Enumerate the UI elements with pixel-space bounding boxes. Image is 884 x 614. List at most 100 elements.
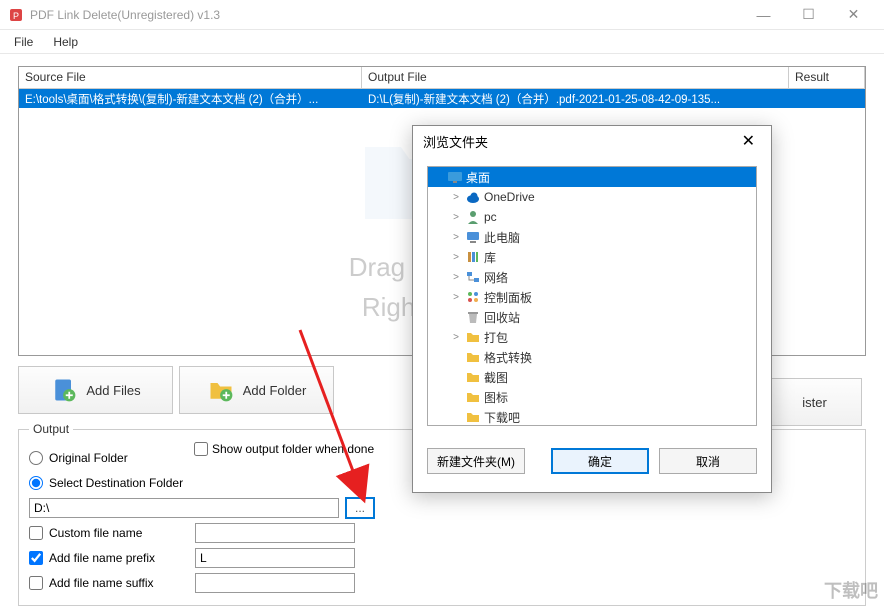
tree-item-label: 打包 bbox=[484, 329, 508, 346]
site-watermark: 下载吧 bbox=[824, 577, 878, 603]
tree-item[interactable]: >库 bbox=[428, 247, 756, 267]
custom-name-checkbox[interactable] bbox=[29, 526, 43, 540]
cell-output: D:\L(复制)-新建文本文档 (2)（合并）.pdf-2021-01-25-0… bbox=[362, 89, 789, 108]
add-files-icon bbox=[50, 376, 78, 404]
tree-item-label: 格式转换 bbox=[484, 349, 532, 366]
suffix-checkbox[interactable] bbox=[29, 576, 43, 590]
tree-item[interactable]: 截图 bbox=[428, 367, 756, 387]
show-done-label: Show output folder when done bbox=[212, 442, 374, 456]
browse-folder-dialog: 浏览文件夹 ✕ 桌面>OneDrive>pc>此电脑>库>网络>控制面板 回收站… bbox=[412, 125, 772, 493]
tree-item-label: 库 bbox=[484, 249, 496, 266]
tree-item-label: 网络 bbox=[484, 269, 508, 286]
tree-item-label: 控制面板 bbox=[484, 289, 532, 306]
tree-item-label: 回收站 bbox=[484, 309, 520, 326]
dialog-buttons: 新建文件夹(M) 确定 取消 bbox=[413, 436, 771, 492]
expand-icon[interactable] bbox=[450, 352, 462, 363]
prefix-input[interactable] bbox=[195, 548, 355, 568]
tree-item-label: 此电脑 bbox=[484, 229, 520, 246]
dialog-titlebar: 浏览文件夹 ✕ bbox=[413, 126, 771, 156]
expand-icon[interactable] bbox=[450, 372, 462, 383]
tree-item[interactable]: 回收站 bbox=[428, 307, 756, 327]
tree-item[interactable]: > pc bbox=[428, 207, 756, 227]
tree-item[interactable]: > 打包 bbox=[428, 327, 756, 347]
window-title: PDF Link Delete(Unregistered) v1.3 bbox=[30, 8, 741, 22]
original-folder-radio[interactable] bbox=[29, 451, 43, 465]
tree-item[interactable]: 格式转换 bbox=[428, 347, 756, 367]
folder-tree[interactable]: 桌面>OneDrive>pc>此电脑>库>网络>控制面板 回收站>打包 格式转换… bbox=[427, 166, 757, 426]
dest-path-input[interactable] bbox=[29, 498, 339, 518]
output-legend: Output bbox=[29, 422, 73, 436]
expand-icon[interactable]: > bbox=[450, 292, 462, 303]
ok-button[interactable]: 确定 bbox=[551, 448, 649, 474]
dialog-close-button[interactable]: ✕ bbox=[736, 131, 761, 151]
minimize-button[interactable]: — bbox=[741, 0, 786, 30]
maximize-button[interactable]: ☐ bbox=[786, 0, 831, 30]
expand-icon[interactable] bbox=[450, 312, 462, 323]
tree-item[interactable]: > 网络 bbox=[428, 267, 756, 287]
tree-item-label: pc bbox=[484, 210, 497, 224]
tree-item-label: OneDrive bbox=[484, 190, 535, 204]
lib-icon bbox=[465, 249, 481, 265]
table-row[interactable]: E:\tools\桌面\格式转换\(复制)-新建文本文档 (2)（合并）... … bbox=[19, 89, 865, 108]
tree-item[interactable]: > 此电脑 bbox=[428, 227, 756, 247]
expand-icon[interactable] bbox=[450, 412, 462, 423]
tree-item[interactable]: 桌面 bbox=[428, 167, 756, 187]
show-done-checkbox[interactable] bbox=[194, 442, 208, 456]
custom-name-label: Custom file name bbox=[49, 526, 189, 540]
net-icon bbox=[465, 269, 481, 285]
expand-icon[interactable]: > bbox=[450, 232, 462, 243]
add-folder-button[interactable]: Add Folder bbox=[179, 366, 334, 414]
menu-bar: File Help bbox=[0, 30, 884, 54]
suffix-input[interactable] bbox=[195, 573, 355, 593]
tree-item[interactable]: 下载吧 bbox=[428, 407, 756, 426]
desktop-icon bbox=[447, 169, 463, 185]
menu-help[interactable]: Help bbox=[43, 31, 88, 53]
header-source[interactable]: Source File bbox=[19, 67, 362, 88]
new-folder-button[interactable]: 新建文件夹(M) bbox=[427, 448, 525, 474]
register-button[interactable]: ister bbox=[767, 378, 862, 426]
prefix-checkbox[interactable] bbox=[29, 551, 43, 565]
title-bar: P PDF Link Delete(Unregistered) v1.3 — ☐… bbox=[0, 0, 884, 30]
close-button[interactable]: ✕ bbox=[831, 0, 876, 30]
folder-icon bbox=[465, 409, 481, 425]
custom-name-input[interactable] bbox=[195, 523, 355, 543]
original-folder-label: Original Folder bbox=[49, 451, 128, 465]
menu-file[interactable]: File bbox=[4, 31, 43, 53]
expand-icon[interactable] bbox=[432, 172, 444, 183]
header-output[interactable]: Output File bbox=[362, 67, 789, 88]
expand-icon[interactable]: > bbox=[450, 272, 462, 283]
expand-icon[interactable] bbox=[450, 392, 462, 403]
pc-icon bbox=[465, 229, 481, 245]
right-buttons: ister bbox=[767, 378, 862, 426]
app-icon: P bbox=[8, 7, 24, 23]
cell-source: E:\tools\桌面\格式转换\(复制)-新建文本文档 (2)（合并）... bbox=[19, 89, 362, 108]
bin-icon bbox=[465, 309, 481, 325]
select-dest-label: Select Destination Folder bbox=[49, 476, 183, 490]
add-files-button[interactable]: Add Files bbox=[18, 366, 173, 414]
prefix-label: Add file name prefix bbox=[49, 551, 189, 565]
select-dest-radio[interactable] bbox=[29, 476, 43, 490]
header-result[interactable]: Result bbox=[789, 67, 865, 88]
expand-icon[interactable]: > bbox=[450, 212, 462, 223]
browse-button[interactable]: ... bbox=[345, 497, 375, 519]
folder-icon bbox=[465, 349, 481, 365]
expand-icon[interactable]: > bbox=[450, 252, 462, 263]
tree-item[interactable]: 图标 bbox=[428, 387, 756, 407]
cancel-button[interactable]: 取消 bbox=[659, 448, 757, 474]
cell-result bbox=[789, 89, 865, 108]
panel-icon bbox=[465, 289, 481, 305]
svg-text:P: P bbox=[13, 11, 19, 21]
tree-item[interactable]: > OneDrive bbox=[428, 187, 756, 207]
expand-icon[interactable]: > bbox=[450, 192, 462, 203]
tree-item-label: 桌面 bbox=[466, 169, 490, 186]
folder-icon bbox=[465, 369, 481, 385]
add-folder-icon bbox=[207, 376, 235, 404]
expand-icon[interactable]: > bbox=[450, 332, 462, 343]
dialog-title-text: 浏览文件夹 bbox=[423, 132, 488, 151]
folder-icon bbox=[465, 389, 481, 405]
tree-item[interactable]: > 控制面板 bbox=[428, 287, 756, 307]
user-icon bbox=[465, 209, 481, 225]
tree-item-label: 下载吧 bbox=[484, 409, 520, 426]
tree-item-label: 截图 bbox=[484, 369, 508, 386]
folder-icon bbox=[465, 329, 481, 345]
